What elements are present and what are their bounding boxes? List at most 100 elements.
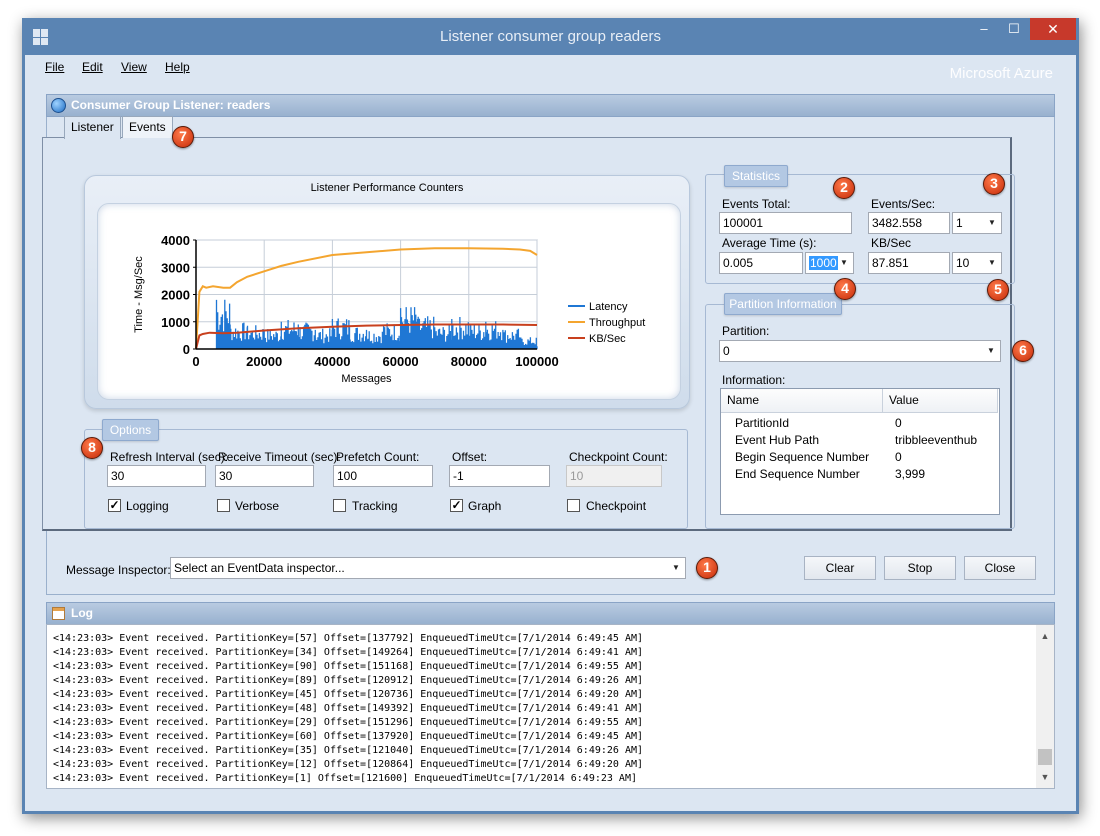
list-item-value: tribbleeventhub: [895, 433, 978, 447]
column-header-value[interactable]: Value: [883, 389, 998, 413]
options-legend: Options: [102, 419, 159, 441]
tab-events[interactable]: Events: [122, 116, 173, 138]
events-total-field[interactable]: 100001: [719, 212, 852, 234]
list-item-name: Begin Sequence Number: [735, 450, 870, 464]
events-sec-field[interactable]: 3482.558: [868, 212, 950, 234]
log-line: <14:23:03> Event received. PartitionKey=…: [53, 689, 644, 700]
kb-sec-label: KB/Sec: [871, 236, 912, 250]
log-panel-header: Log: [46, 602, 1055, 625]
tracking-label[interactable]: Tracking: [352, 499, 398, 513]
x-tick-label: 80000: [451, 354, 487, 369]
checkpoint-count-field: 10: [566, 465, 662, 487]
menu-help[interactable]: Help: [165, 60, 190, 74]
list-item-value: 0: [895, 450, 902, 464]
x-tick-label: 100000: [515, 354, 558, 369]
events-sec-label: Events/Sec:: [871, 197, 936, 211]
checkpoint-label[interactable]: Checkpoint: [586, 499, 646, 513]
log-panel-title: Log: [71, 606, 93, 620]
verbose-checkbox[interactable]: [217, 499, 230, 512]
verbose-label[interactable]: Verbose: [235, 499, 279, 513]
offset-field[interactable]: -1: [449, 465, 550, 487]
log-line: <14:23:03> Event received. PartitionKey=…: [53, 717, 644, 728]
menu-file[interactable]: File: [45, 60, 64, 74]
menu-view[interactable]: View: [121, 60, 147, 74]
refresh-interval-label: Refresh Interval (sec):: [110, 450, 229, 464]
kb-sec-combo-value: 10: [956, 256, 970, 270]
chevron-down-icon[interactable]: ▼: [667, 558, 685, 578]
scroll-up-icon[interactable]: ▲: [1036, 628, 1054, 644]
tab-listener[interactable]: Listener: [64, 116, 121, 139]
message-inspector-value: Select an EventData inspector...: [174, 561, 345, 575]
refresh-interval-field[interactable]: 30: [107, 465, 206, 487]
scroll-thumb[interactable]: [1038, 749, 1052, 765]
receive-timeout-label: Receive Timeout (sec):: [218, 450, 341, 464]
tracking-checkbox[interactable]: [333, 499, 346, 512]
partition-label: Partition:: [722, 324, 770, 338]
checkpoint-checkbox[interactable]: [567, 499, 580, 512]
log-line: <14:23:03> Event received. PartitionKey=…: [53, 633, 644, 644]
maximize-button[interactable]: ☐: [999, 18, 1029, 40]
log-line: <14:23:03> Event received. PartitionKey=…: [53, 745, 644, 756]
kb-sec-combo[interactable]: 10 ▼: [952, 252, 1002, 274]
message-inspector-combo[interactable]: Select an EventData inspector... ▼: [170, 557, 686, 579]
listener-panel-header: Consumer Group Listener: readers: [46, 94, 1055, 117]
offset-label: Offset:: [452, 450, 488, 464]
callout-badge-5: 5: [987, 279, 1009, 301]
partition-combo[interactable]: 0 ▼: [719, 340, 1001, 362]
legend-entry: Throughput: [589, 317, 645, 329]
log-line: <14:23:03> Event received. PartitionKey=…: [53, 703, 644, 714]
minimize-button[interactable]: –: [969, 18, 999, 40]
avg-time-combo[interactable]: 1000 ▼: [805, 252, 854, 274]
y-axis-label: Time - Msg/Sec: [133, 256, 145, 333]
log-line: <14:23:03> Event received. PartitionKey=…: [53, 661, 644, 672]
chevron-down-icon[interactable]: ▼: [835, 253, 853, 273]
clear-button[interactable]: Clear: [804, 556, 876, 580]
chevron-down-icon[interactable]: ▼: [983, 253, 1001, 273]
graph-label[interactable]: Graph: [468, 499, 501, 513]
events-total-label: Events Total:: [722, 197, 791, 211]
log-line: <14:23:03> Event received. PartitionKey=…: [53, 773, 637, 784]
events-sec-combo[interactable]: 1 ▼: [952, 212, 1002, 234]
x-tick-label: 20000: [246, 354, 282, 369]
avg-time-label: Average Time (s):: [722, 236, 817, 250]
graph-checkbox[interactable]: ✓: [450, 499, 463, 512]
callout-badge-6: 6: [1012, 340, 1034, 362]
stop-button[interactable]: Stop: [884, 556, 956, 580]
chevron-down-icon[interactable]: ▼: [982, 341, 1000, 361]
message-inspector-label: Message Inspector:: [66, 563, 171, 577]
log-line: <14:23:03> Event received. PartitionKey=…: [53, 759, 644, 770]
log-icon: [52, 607, 65, 620]
legend-entry: KB/Sec: [589, 333, 626, 345]
log-line: <14:23:03> Event received. PartitionKey=…: [53, 731, 644, 742]
callout-badge-1: 1: [696, 557, 718, 579]
chevron-down-icon[interactable]: ▼: [983, 213, 1001, 233]
close-window-button[interactable]: ✕: [1030, 18, 1076, 40]
partition-info-list[interactable]: Name Value PartitionId 0 Event Hub Path …: [720, 388, 1000, 515]
column-header-name[interactable]: Name: [721, 389, 883, 413]
logging-checkbox[interactable]: ✓: [108, 499, 121, 512]
window-title: Listener consumer group readers: [440, 28, 661, 45]
y-tick-label: 1000: [161, 315, 190, 330]
scroll-down-icon[interactable]: ▼: [1036, 769, 1054, 785]
information-label: Information:: [722, 373, 786, 387]
log-scrollbar[interactable]: ▲ ▼: [1036, 625, 1054, 788]
prefetch-count-field[interactable]: 100: [333, 465, 433, 487]
performance-chart: 010002000300040000 20000 40000 60000 80000 10…: [133, 233, 645, 385]
callout-badge-3: 3: [983, 173, 1005, 195]
partition-legend: Partition Information: [724, 293, 842, 315]
avg-time-field[interactable]: 0.005: [719, 252, 803, 274]
x-tick-label: 0: [192, 354, 199, 369]
logging-label[interactable]: Logging: [126, 499, 169, 513]
events-sec-combo-value: 1: [956, 216, 963, 230]
log-line: <14:23:03> Event received. PartitionKey=…: [53, 647, 644, 658]
close-button[interactable]: Close: [964, 556, 1036, 580]
receive-timeout-field[interactable]: 30: [215, 465, 314, 487]
brand-logo: Microsoft Azure: [949, 65, 1053, 82]
title-bar[interactable]: Listener consumer group readers – ☐ ✕: [22, 18, 1079, 55]
chart-card: Listener Performance Counters 0 1000 2000 3…: [84, 175, 690, 409]
x-tick-label: 60000: [383, 354, 419, 369]
menu-edit[interactable]: Edit: [82, 60, 103, 74]
log-output[interactable]: <14:23:03> Event received. PartitionKey=…: [46, 624, 1055, 789]
kb-sec-field[interactable]: 87.851: [868, 252, 950, 274]
globe-icon: [51, 98, 66, 113]
